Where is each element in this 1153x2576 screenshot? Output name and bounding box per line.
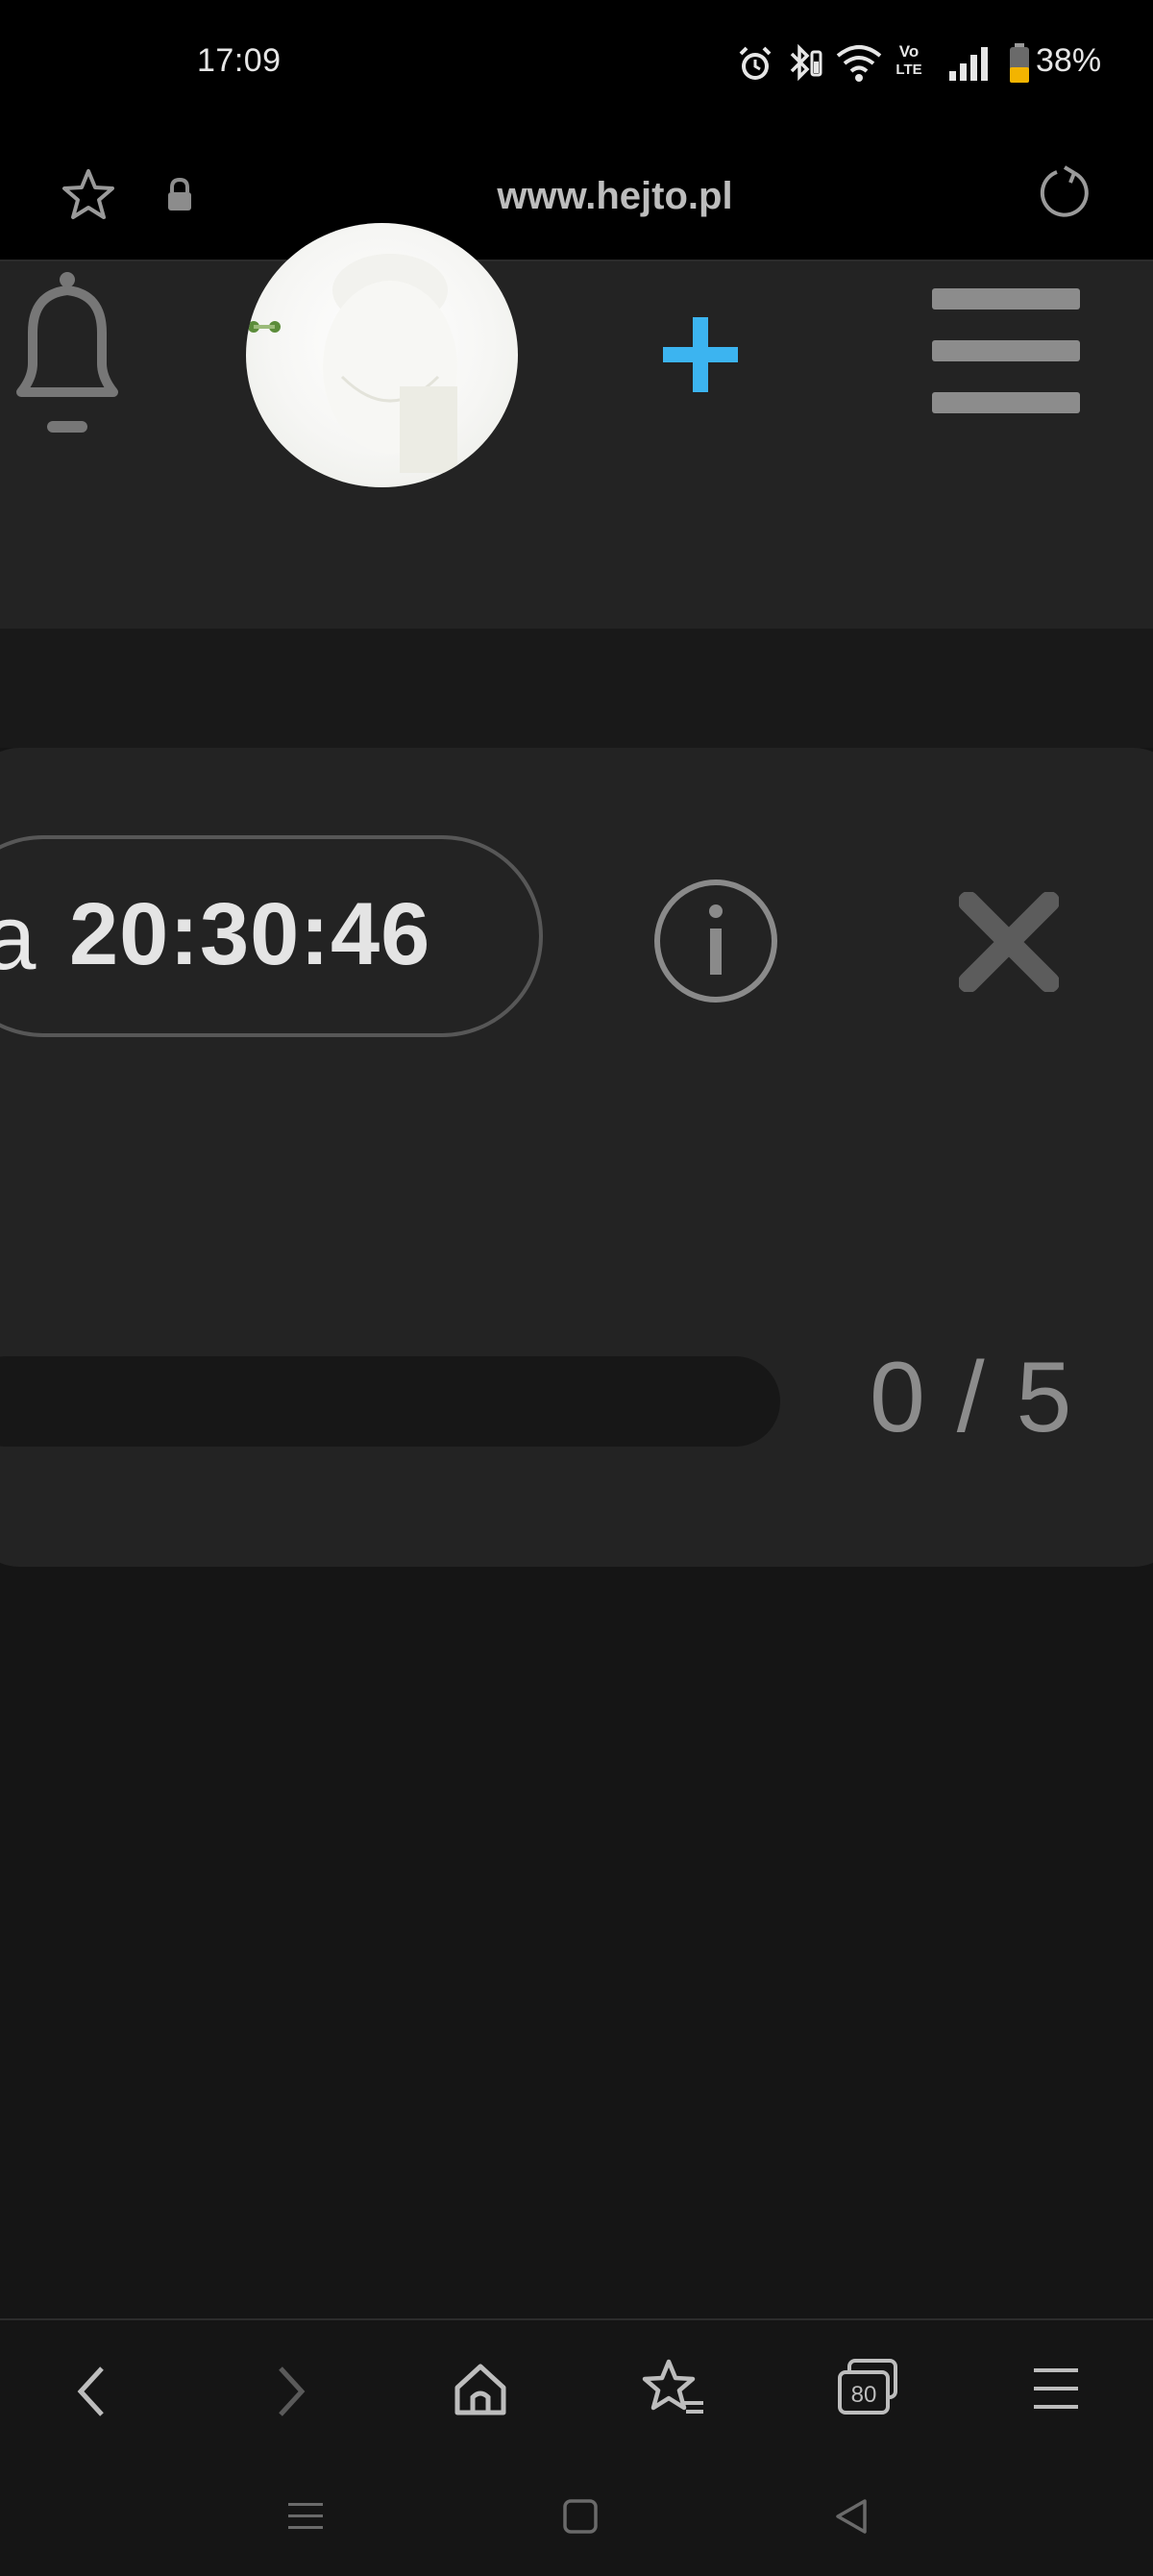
browser-url-bar: www.hejto.pl — [0, 135, 1153, 261]
browser-menu-icon[interactable] — [1032, 2365, 1080, 2413]
status-bar: 17:09 Vo LTE 38% — [0, 0, 1153, 135]
countdown-timer: 20:30:46 — [69, 885, 431, 983]
home-button-icon[interactable] — [561, 2497, 600, 2536]
url-text[interactable]: www.hejto.pl — [0, 175, 1153, 218]
info-icon[interactable] — [653, 879, 778, 1003]
bluetooth-icon — [790, 43, 822, 82]
page-divider-strip — [0, 629, 1153, 748]
volte-label-top: Vo — [898, 42, 920, 61]
status-time: 17:09 — [197, 42, 282, 79]
add-icon[interactable] — [661, 315, 740, 394]
signal-icon — [949, 47, 988, 81]
menu-icon[interactable] — [930, 285, 1082, 419]
bookmarks-icon[interactable] — [640, 2357, 707, 2420]
timer-prefix: a — [0, 886, 37, 989]
back-icon[interactable] — [69, 2363, 117, 2420]
home-icon[interactable] — [450, 2359, 511, 2420]
avatar-image — [248, 254, 457, 473]
battery-percent: 38% — [1036, 42, 1102, 79]
browser-toolbar: 80 — [0, 2318, 1153, 2455]
status-icons: Vo LTE 38% — [730, 38, 1153, 87]
volte-icon: Vo LTE — [890, 42, 928, 85]
progress-count: 0 / 5 — [870, 1342, 1074, 1453]
bell-icon[interactable] — [4, 267, 133, 438]
recents-icon[interactable] — [286, 2499, 325, 2534]
progress-bar — [0, 1356, 780, 1447]
forward-icon[interactable] — [265, 2363, 313, 2420]
wifi-icon — [836, 45, 882, 82]
avatar[interactable] — [246, 223, 518, 487]
alarm-icon — [739, 46, 772, 80]
volte-label-bottom: LTE — [895, 62, 922, 78]
tabs-icon[interactable]: 80 — [834, 2355, 901, 2418]
system-navigation-bar — [0, 2453, 1153, 2576]
battery-icon — [1010, 43, 1029, 83]
close-icon[interactable] — [959, 892, 1059, 992]
back-triangle-icon[interactable] — [832, 2497, 871, 2536]
reload-icon[interactable] — [1036, 163, 1093, 225]
tab-count: 80 — [850, 2382, 877, 2408]
